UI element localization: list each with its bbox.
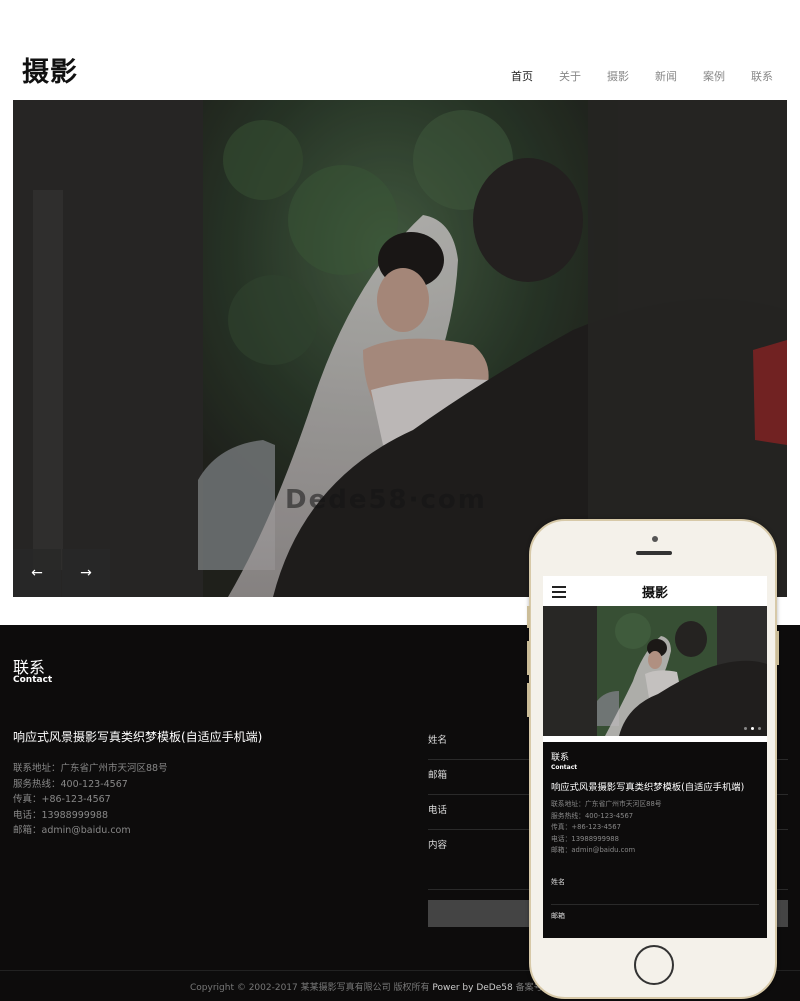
nav-item-cases[interactable]: 案例 [677,68,725,84]
site-logo[interactable]: 摄影 [22,50,78,89]
info-phone: 电话：13988999988 [13,809,108,821]
phone-screen: 摄影 联系 Contact 响应式风景摄影写真类织梦模板(自适应手机端) 联系地… [543,576,767,938]
mobile-bride-photo [543,606,767,736]
nav-item-photography[interactable]: 摄影 [581,68,629,84]
nav-item-about[interactable]: 关于 [533,68,581,84]
banner-prev-button[interactable]: ← [13,549,61,597]
mobile-info-phone: 电话：13988999988 [551,834,619,843]
mobile-info-hotline: 服务热线：400-123-4567 [551,811,634,820]
copyright-text: Copyright © 2002-2017 某某摄影写真有限公司 版权所有 [190,983,430,993]
info-fax: 传真：+86-123-4567 [13,794,111,805]
mobile-info-address: 联系地址：广东省广州市天河区88号 [551,800,662,808]
nav-item-contact[interactable]: 联系 [725,68,773,84]
nav-item-news[interactable]: 新闻 [629,68,677,84]
mobile-contact-info: 联系地址：广东省广州市天河区88号 服务热线：400-123-4567 传真：+… [551,799,759,857]
mobile-logo[interactable]: 摄影 [543,582,767,601]
info-email: 邮箱：admin@baidu.com [13,825,131,836]
section-subtitle: Contact [13,675,53,685]
phone-mockup: 摄影 联系 Contact 响应式风景摄影写真类织梦模板(自适应手机端) 联系地… [527,519,779,999]
mobile-company-name: 响应式风景摄影写真类织梦模板(自适应手机端) [551,782,745,793]
copyright: Copyright © 2002-2017 某某摄影写真有限公司 版权所有 Po… [190,980,546,993]
phone-mute-button [527,606,530,628]
info-address: 联系地址：广东省广州市天河区88号 [13,763,168,774]
mobile-banner [543,606,767,736]
mobile-header: 摄影 [543,576,767,606]
phone-volume-up [527,641,530,675]
nav-item-home[interactable]: 首页 [485,68,533,84]
watermark-text: Dede58·com [285,485,487,515]
site-header: 摄影 首页 关于 摄影 新闻 案例 联系 [0,0,800,100]
power-link[interactable]: Power by DeDe58 [432,983,512,993]
phone-home-button [634,945,674,985]
phone-volume-down [527,683,530,717]
phone-speaker [636,551,672,555]
mobile-name-field[interactable]: 姓名 [551,871,759,905]
mobile-form: 姓名 邮箱 [551,871,759,938]
mobile-contact-section: 联系 Contact 响应式风景摄影写真类织梦模板(自适应手机端) 联系地址：广… [543,742,767,938]
mobile-section-subtitle: Contact [551,764,578,771]
mobile-section-title: 联系 [551,753,570,763]
company-name: 响应式风景摄影写真类织梦模板(自适应手机端) [13,730,263,744]
mobile-email-field[interactable]: 邮箱 [551,905,759,938]
contact-info-list: 联系地址：广东省广州市天河区88号 服务热线：400-123-4567 传真：+… [13,761,168,839]
banner-next-button[interactable]: → [62,549,110,597]
banner-pagination[interactable] [744,727,761,730]
info-hotline: 服务热线：400-123-4567 [13,778,128,790]
phone-power-button [776,631,779,665]
mobile-info-fax: 传真：+86-123-4567 [551,823,621,831]
mobile-info-email: 邮箱：admin@baidu.com [551,846,636,854]
phone-camera [652,536,658,542]
main-nav: 首页 关于 摄影 新闻 案例 联系 [485,68,773,84]
